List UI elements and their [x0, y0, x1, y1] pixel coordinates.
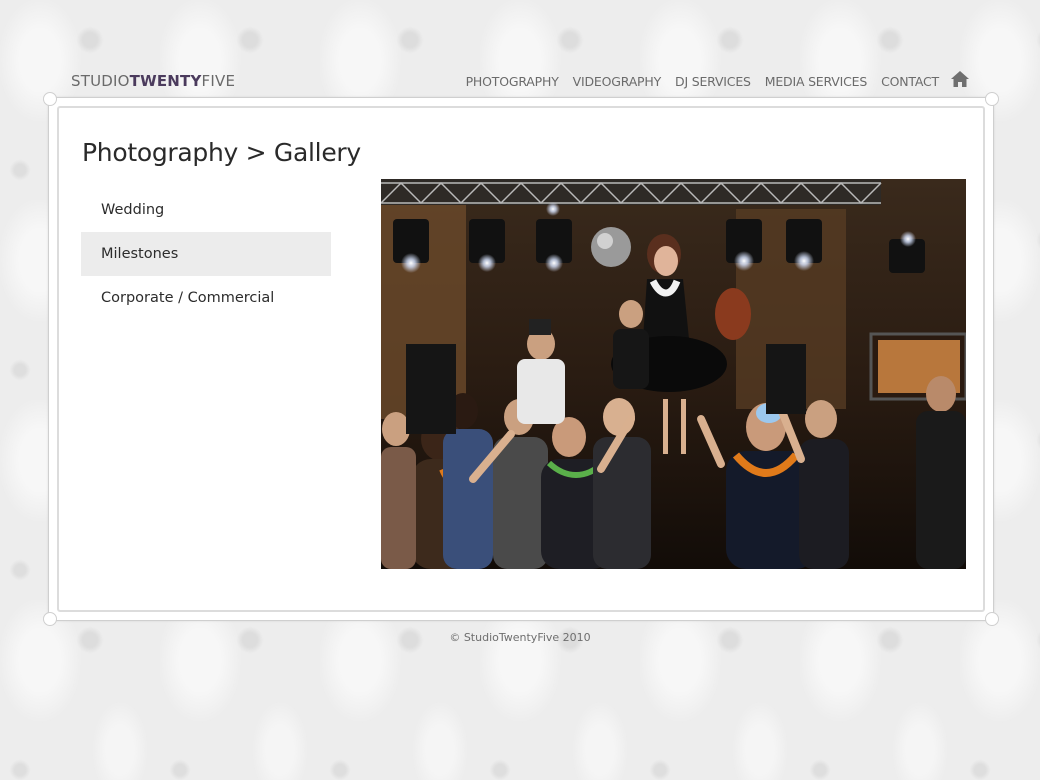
home-icon[interactable] [950, 70, 970, 88]
footer-copyright: © StudioTwentyFive 2010 [449, 631, 591, 644]
frame-corner-ornament [43, 92, 57, 106]
site-logo[interactable]: STUDIOTWENTYFIVE [71, 72, 235, 90]
logo-prefix: STUDIO [71, 72, 130, 90]
logo-suffix: FIVE [201, 72, 236, 90]
gallery-photo[interactable] [381, 179, 966, 569]
menu-item-corporate-commercial[interactable]: Corporate / Commercial [81, 276, 331, 320]
nav-contact[interactable]: CONTACT [881, 74, 939, 89]
menu-item-wedding[interactable]: Wedding [81, 188, 331, 232]
gallery-category-menu: Wedding Milestones Corporate / Commercia… [81, 188, 331, 320]
nav-videography[interactable]: VIDEOGRAPHY [573, 74, 662, 89]
frame-corner-ornament [985, 92, 999, 106]
nav-photography[interactable]: PHOTOGRAPHY [466, 74, 559, 89]
logo-bold: TWENTY [129, 72, 202, 90]
main-nav: PHOTOGRAPHY VIDEOGRAPHY DJ SERVICES MEDI… [466, 74, 940, 89]
party-photo [381, 179, 966, 569]
frame-corner-ornament [985, 612, 999, 626]
page-title: Photography > Gallery [82, 138, 361, 167]
nav-dj-services[interactable]: DJ SERVICES [675, 74, 751, 89]
frame-corner-ornament [43, 612, 57, 626]
nav-media-services[interactable]: MEDIA SERVICES [765, 74, 868, 89]
menu-item-milestones[interactable]: Milestones [81, 232, 331, 276]
